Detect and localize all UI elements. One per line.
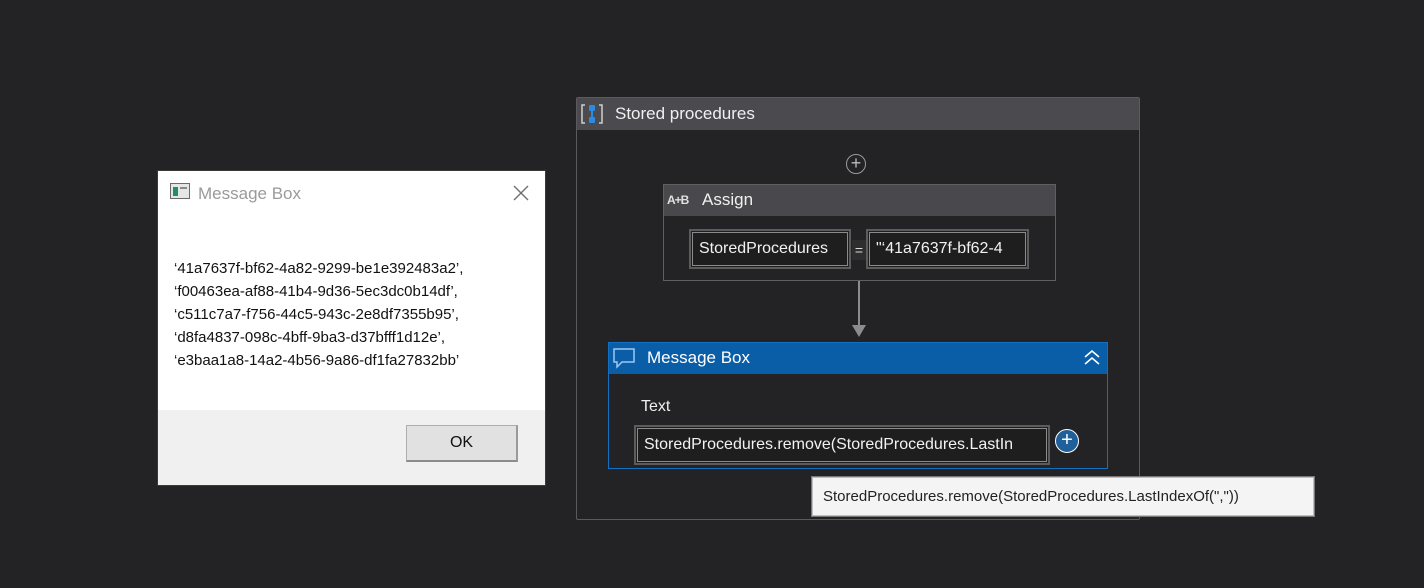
- assign-icon: A+B: [667, 193, 689, 207]
- assign-title: Assign: [702, 190, 754, 209]
- plus-circle-icon[interactable]: +: [846, 154, 866, 174]
- assign-value-field[interactable]: "‘41a7637f-bf62-4: [866, 229, 1029, 269]
- sequence-header[interactable]: Stored procedures: [577, 98, 1139, 130]
- assign-header[interactable]: A+B Assign: [664, 185, 1055, 216]
- message-line: ‘e3baa1a8-14a2-4b56-9a86-df1fa27832bb’: [174, 352, 460, 369]
- assign-activity[interactable]: A+B Assign StoredProcedures = "‘41a7637f…: [663, 184, 1056, 281]
- sequence-icon: [581, 102, 603, 126]
- ok-button[interactable]: OK: [406, 425, 518, 462]
- text-expression-field[interactable]: StoredProcedures.remove(StoredProcedures…: [634, 425, 1050, 465]
- arrow-down-icon: [852, 325, 866, 337]
- dialog-title: Message Box: [198, 184, 301, 203]
- expression-tooltip: StoredProcedures.remove(StoredProcedures…: [812, 477, 1314, 516]
- speech-bubble-icon: [612, 347, 636, 369]
- dialog-footer: OK: [158, 410, 545, 485]
- message-line: ‘f00463ea-af88-41b4-9d36-5ec3dc0b14df’,: [174, 283, 458, 300]
- double-chevron-up-icon[interactable]: [1083, 347, 1101, 369]
- message-line: ‘d8fa4837-098c-4bff-9ba3-d37bfff1d12e’,: [174, 329, 446, 346]
- message-line: ‘c511c7a7-f756-44c5-943c-2e8df7355b95’,: [174, 306, 459, 323]
- close-icon[interactable]: [509, 181, 533, 205]
- message-box-title: Message Box: [647, 348, 750, 367]
- text-property-label: Text: [641, 398, 671, 415]
- message-line: ‘41a7637f-bf62-4a82-9299-be1e392483a2’,: [174, 260, 464, 277]
- message-box-header[interactable]: Message Box: [609, 343, 1107, 374]
- connector-line: [858, 281, 860, 327]
- equals-sign: =: [852, 240, 866, 260]
- app-window-icon: [170, 183, 190, 199]
- message-box-activity[interactable]: Message Box Text StoredProcedures.remove…: [608, 342, 1108, 469]
- assign-to-field[interactable]: StoredProcedures: [689, 229, 851, 269]
- sequence-activity[interactable]: Stored procedures + A+B Assign StoredPro…: [576, 97, 1140, 520]
- dialog-message: ‘41a7637f-bf62-4a82-9299-be1e392483a2’, …: [174, 257, 530, 372]
- dialog-titlebar[interactable]: Message Box: [158, 171, 545, 215]
- message-box-dialog: Message Box ‘41a7637f-bf62-4a82-9299-be1…: [158, 171, 545, 485]
- sequence-title: Stored procedures: [615, 104, 755, 123]
- plus-circle-icon[interactable]: +: [1055, 429, 1079, 453]
